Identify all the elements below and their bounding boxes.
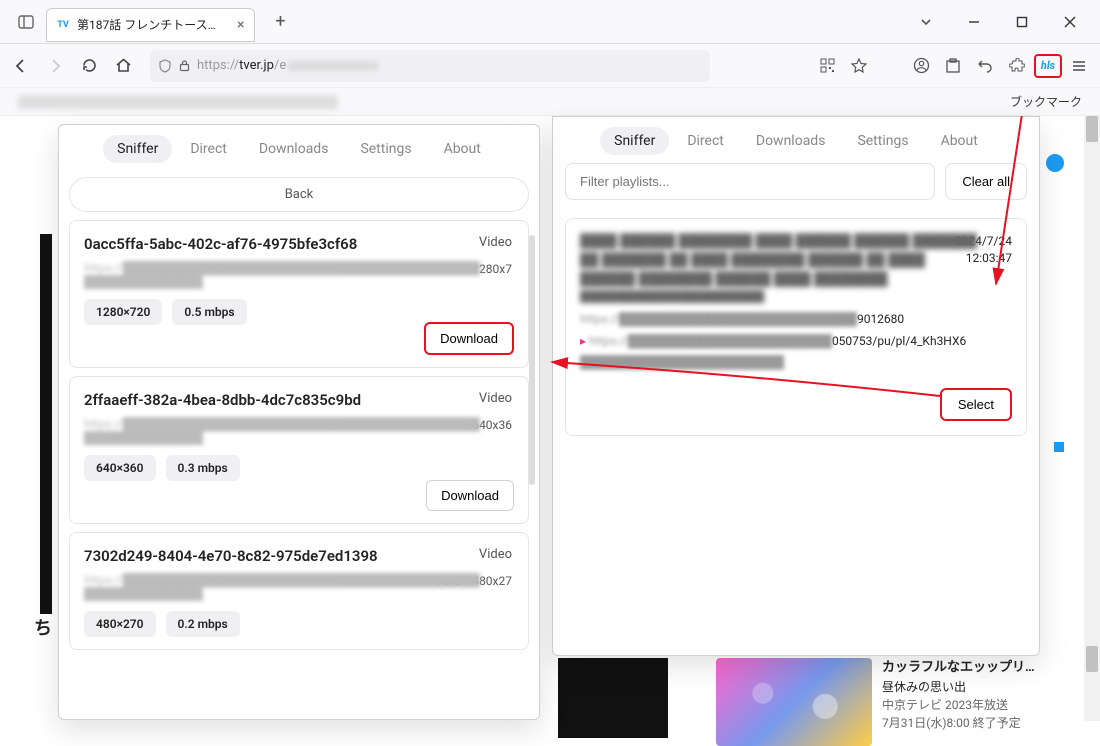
item-type: Video xyxy=(479,547,512,562)
item-type: Video xyxy=(479,391,512,406)
chip-bitrate: 0.3 mbps xyxy=(166,455,240,481)
browser-toolbar: https://tver.jp/e hls xyxy=(0,44,1100,88)
select-button[interactable]: Select xyxy=(940,388,1012,421)
window-maximize-icon[interactable] xyxy=(1000,6,1044,38)
list-all-tabs-icon[interactable] xyxy=(904,6,948,38)
item-type: Video xyxy=(479,235,512,250)
chip-bitrate: 0.5 mbps xyxy=(172,299,246,325)
shield-icon xyxy=(158,59,172,73)
sidebar-toggle-icon[interactable] xyxy=(12,8,40,36)
tab-direct[interactable]: Direct xyxy=(673,127,738,155)
window-close-icon[interactable] xyxy=(1048,6,1092,38)
tab-downloads[interactable]: Downloads xyxy=(245,135,343,163)
browser-tab[interactable]: TV 第187話 フレンチトースト／お師匠 × xyxy=(46,8,255,42)
download-button[interactable]: Download xyxy=(426,480,514,511)
tab-close-icon[interactable]: × xyxy=(237,17,244,33)
tab-title: 第187話 フレンチトースト／お師匠 xyxy=(77,16,227,33)
url-bar[interactable]: https://tver.jp/e xyxy=(150,50,710,82)
video-sub2: 中京テレビ 2023年放送 xyxy=(882,696,1035,714)
tab-settings[interactable]: Settings xyxy=(843,127,922,155)
video-sub3: 7月31日(水)8:00 終了予定 xyxy=(882,714,1035,732)
url-text: https://tver.jp/e xyxy=(197,58,378,73)
chip-resolution: 1280×720 xyxy=(84,299,162,325)
video-thumbnail xyxy=(716,658,872,746)
chip-bitrate: 0.2 mbps xyxy=(166,611,240,637)
item-url-blur: https://████████████████████████████████… xyxy=(84,261,514,289)
favicon-icon: TV xyxy=(55,17,71,33)
nav-home-icon[interactable] xyxy=(108,51,138,81)
page-scrollbar[interactable] xyxy=(1084,116,1100,721)
window-titlebar: TV 第187話 フレンチトースト／お師匠 × + xyxy=(0,0,1100,44)
download-button[interactable]: Download xyxy=(424,322,514,355)
tab-sniffer[interactable]: Sniffer xyxy=(600,127,669,155)
video-item: 0acc5ffa-5abc-402c-af76-4975bfe3cf68 Vid… xyxy=(69,220,529,368)
video-card[interactable]: カッラフルなエッップリ… 昼休みの思い出 中京テレビ 2023年放送 7月31日… xyxy=(716,658,1035,746)
extensions-puzzle-icon[interactable] xyxy=(1002,51,1032,81)
bookmarks-label[interactable]: ブックマーク xyxy=(1010,93,1082,110)
page-bg-strip xyxy=(40,234,52,614)
page-bg-circle xyxy=(1046,154,1064,172)
video-title: カッラフルなエッップリ… xyxy=(882,658,1035,678)
bookmarks-bar: ブックマーク xyxy=(0,88,1100,116)
extension-cw-icon[interactable] xyxy=(938,51,968,81)
page-bg-bluebox xyxy=(1054,442,1064,452)
video-sub1: 昼休みの思い出 xyxy=(882,678,1035,696)
item-url-blur: https://████████████████████████████████… xyxy=(84,573,514,601)
back-button[interactable]: Back xyxy=(69,177,529,212)
nav-reload-icon[interactable] xyxy=(74,51,104,81)
filter-playlists-input[interactable] xyxy=(565,163,935,200)
app-menu-icon[interactable] xyxy=(1064,51,1094,81)
item-title: 7302d249-8404-4e70-8c82-975de7ed1398 xyxy=(84,547,514,565)
tab-sniffer[interactable]: Sniffer xyxy=(103,135,172,163)
item-title: 0acc5ffa-5abc-402c-af76-4975bfe3cf68 xyxy=(84,235,514,253)
nav-forward-icon xyxy=(40,51,70,81)
page-bg-tile xyxy=(558,658,668,738)
clear-all-button[interactable]: Clear all xyxy=(945,163,1027,200)
extension-panel-left: Sniffer Direct Downloads Settings About … xyxy=(58,124,540,720)
video-item: 2ffaaeff-382a-4bea-8dbb-4dc7c835c9bd Vid… xyxy=(69,376,529,524)
undo-icon[interactable] xyxy=(970,51,1000,81)
chip-resolution: 480×270 xyxy=(84,611,156,637)
tab-about[interactable]: About xyxy=(430,135,495,163)
page-content: ち カッラフルなエッップリ… 昼休みの思い出 中京テレビ 2023年放送 7月3… xyxy=(0,116,1100,721)
lock-icon xyxy=(178,59,191,72)
tab-downloads[interactable]: Downloads xyxy=(742,127,840,155)
qr-icon[interactable] xyxy=(812,51,842,81)
video-item: 7302d249-8404-4e70-8c82-975de7ed1398 Vid… xyxy=(69,532,529,650)
extension-hls-button[interactable]: hls xyxy=(1034,54,1062,78)
item-title: 2ffaaeff-382a-4bea-8dbb-4dc7c835c9bd xyxy=(84,391,514,409)
tab-direct[interactable]: Direct xyxy=(176,135,241,163)
account-icon[interactable] xyxy=(906,51,936,81)
bookmark-blur xyxy=(18,95,338,109)
video-item-list: 0acc5ffa-5abc-402c-af76-4975bfe3cf68 Vid… xyxy=(59,220,539,650)
new-tab-button[interactable]: + xyxy=(267,9,293,35)
item-url-blur: https://████████████████████████████████… xyxy=(84,417,514,445)
page-bg-text: ち xyxy=(34,614,52,640)
bookmark-star-icon[interactable] xyxy=(844,51,874,81)
extension-panel-right: Sniffer Direct Downloads Settings About … xyxy=(552,116,1040,656)
playlist-entry: 2024/7/24 12:03:47 ████ ██████ ████████ … xyxy=(565,218,1027,436)
entry-title-blur: ████ ██████ ████████ ████ ██████ ██████ … xyxy=(580,233,1012,303)
chip-resolution: 640×360 xyxy=(84,455,156,481)
tab-about[interactable]: About xyxy=(927,127,992,155)
list-scrollbar[interactable] xyxy=(529,235,535,485)
page-bg-bottom: カッラフルなエッップリ… 昼休みの思い出 中京テレビ 2023年放送 7月31日… xyxy=(558,658,1035,746)
window-minimize-icon[interactable] xyxy=(952,6,996,38)
entry-urls: https://████████████████████████████9012… xyxy=(580,309,1012,374)
nav-back-icon[interactable] xyxy=(6,51,36,81)
tab-settings[interactable]: Settings xyxy=(346,135,425,163)
